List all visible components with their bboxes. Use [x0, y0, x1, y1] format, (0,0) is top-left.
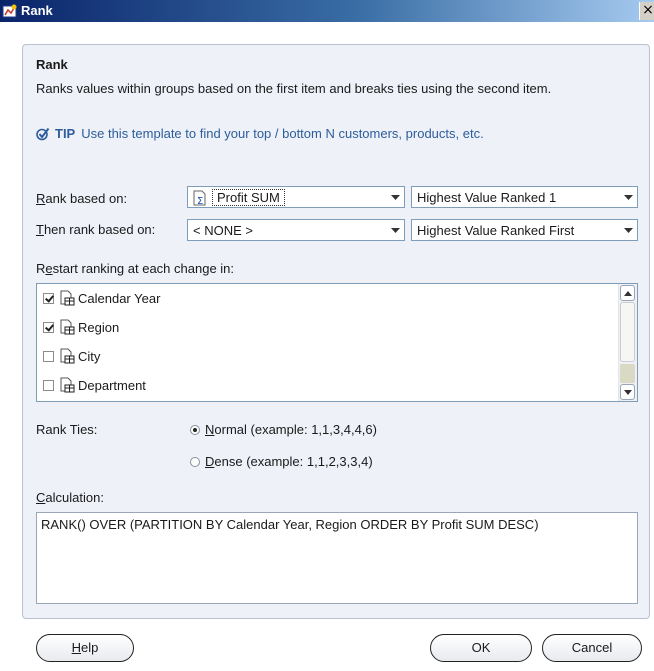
scroll-down-icon[interactable]	[620, 384, 635, 400]
scroll-up-icon[interactable]	[620, 285, 635, 301]
tip-label: TIP	[55, 126, 76, 141]
list-scrollbar[interactable]	[618, 284, 637, 401]
scroll-track[interactable]	[620, 364, 635, 383]
restart-ranking-list[interactable]: Calendar Year Region City Department	[36, 283, 638, 402]
list-item-label: Region	[78, 319, 120, 335]
ok-button[interactable]: OK	[430, 634, 532, 662]
dense-radio[interactable]: Dense (example: 1,1,2,3,3,4)	[190, 454, 373, 469]
tip-check-icon	[36, 127, 50, 144]
dimension-item-icon	[59, 290, 75, 306]
window-title: Rank	[21, 3, 53, 18]
list-item[interactable]: Department	[43, 375, 146, 395]
close-icon[interactable]: ×	[639, 2, 654, 20]
dimension-item-icon	[59, 377, 75, 393]
calculation-textarea[interactable]: RANK() OVER (PARTITION BY Calendar Year,…	[36, 512, 638, 604]
list-item-label: City	[78, 348, 101, 364]
checkbox[interactable]	[43, 292, 54, 304]
help-button[interactable]: Help	[36, 634, 134, 662]
then-rank-based-on-select[interactable]: < NONE >	[187, 219, 405, 241]
then-rank-based-on-label: Then rank based on:	[36, 222, 156, 237]
calculation-label: Calculation:	[36, 490, 104, 505]
cancel-button[interactable]: Cancel	[542, 634, 642, 662]
radio-unselected[interactable]	[190, 457, 200, 467]
description-text: Ranks values within groups based on the …	[36, 81, 552, 96]
scroll-thumb[interactable]	[620, 302, 635, 362]
list-item[interactable]: Calendar Year	[43, 288, 160, 308]
rank-order-value: Highest Value Ranked 1	[417, 190, 557, 205]
title-bar: Rank ×	[0, 0, 654, 22]
then-rank-value: < NONE >	[193, 223, 253, 238]
section-title: Rank	[36, 57, 68, 72]
app-icon	[2, 3, 18, 19]
rank-based-on-select[interactable]: Σ Profit SUM	[187, 186, 405, 208]
rank-order-select[interactable]: Highest Value Ranked 1	[411, 186, 638, 208]
rank-ties-label: Rank Ties:	[36, 422, 98, 437]
restart-ranking-label: Restart ranking at each change in:	[36, 261, 235, 276]
list-item-label: Department	[78, 377, 146, 393]
checkbox[interactable]	[43, 350, 54, 362]
then-rank-order-value: Highest Value Ranked First	[417, 223, 575, 238]
list-item-label: Calendar Year	[78, 290, 161, 306]
dimension-item-icon	[59, 348, 75, 364]
chevron-down-icon[interactable]	[386, 187, 404, 207]
calculation-text: RANK() OVER (PARTITION BY Calendar Year,…	[41, 517, 539, 532]
svg-text:Σ: Σ	[197, 196, 203, 206]
radio-selected[interactable]	[190, 425, 200, 435]
chevron-down-icon[interactable]	[619, 187, 637, 207]
chevron-down-icon[interactable]	[619, 220, 637, 240]
measure-icon: Σ	[192, 190, 208, 209]
tip-line: TIP Use this template to find your top / …	[36, 126, 484, 144]
normal-radio[interactable]: Normal (example: 1,1,3,4,4,6)	[190, 422, 377, 437]
tip-text: Use this template to find your top / bot…	[81, 126, 484, 141]
checkbox[interactable]	[43, 379, 54, 391]
chevron-down-icon[interactable]	[386, 220, 404, 240]
checkbox[interactable]	[43, 321, 54, 333]
dimension-item-icon	[59, 319, 75, 335]
list-item[interactable]: City	[43, 346, 100, 366]
rank-based-on-value: Profit SUM	[212, 189, 285, 206]
then-rank-order-select[interactable]: Highest Value Ranked First	[411, 219, 638, 241]
rank-based-on-label: Rank based on:	[36, 191, 128, 206]
list-item[interactable]: Region	[43, 317, 119, 337]
